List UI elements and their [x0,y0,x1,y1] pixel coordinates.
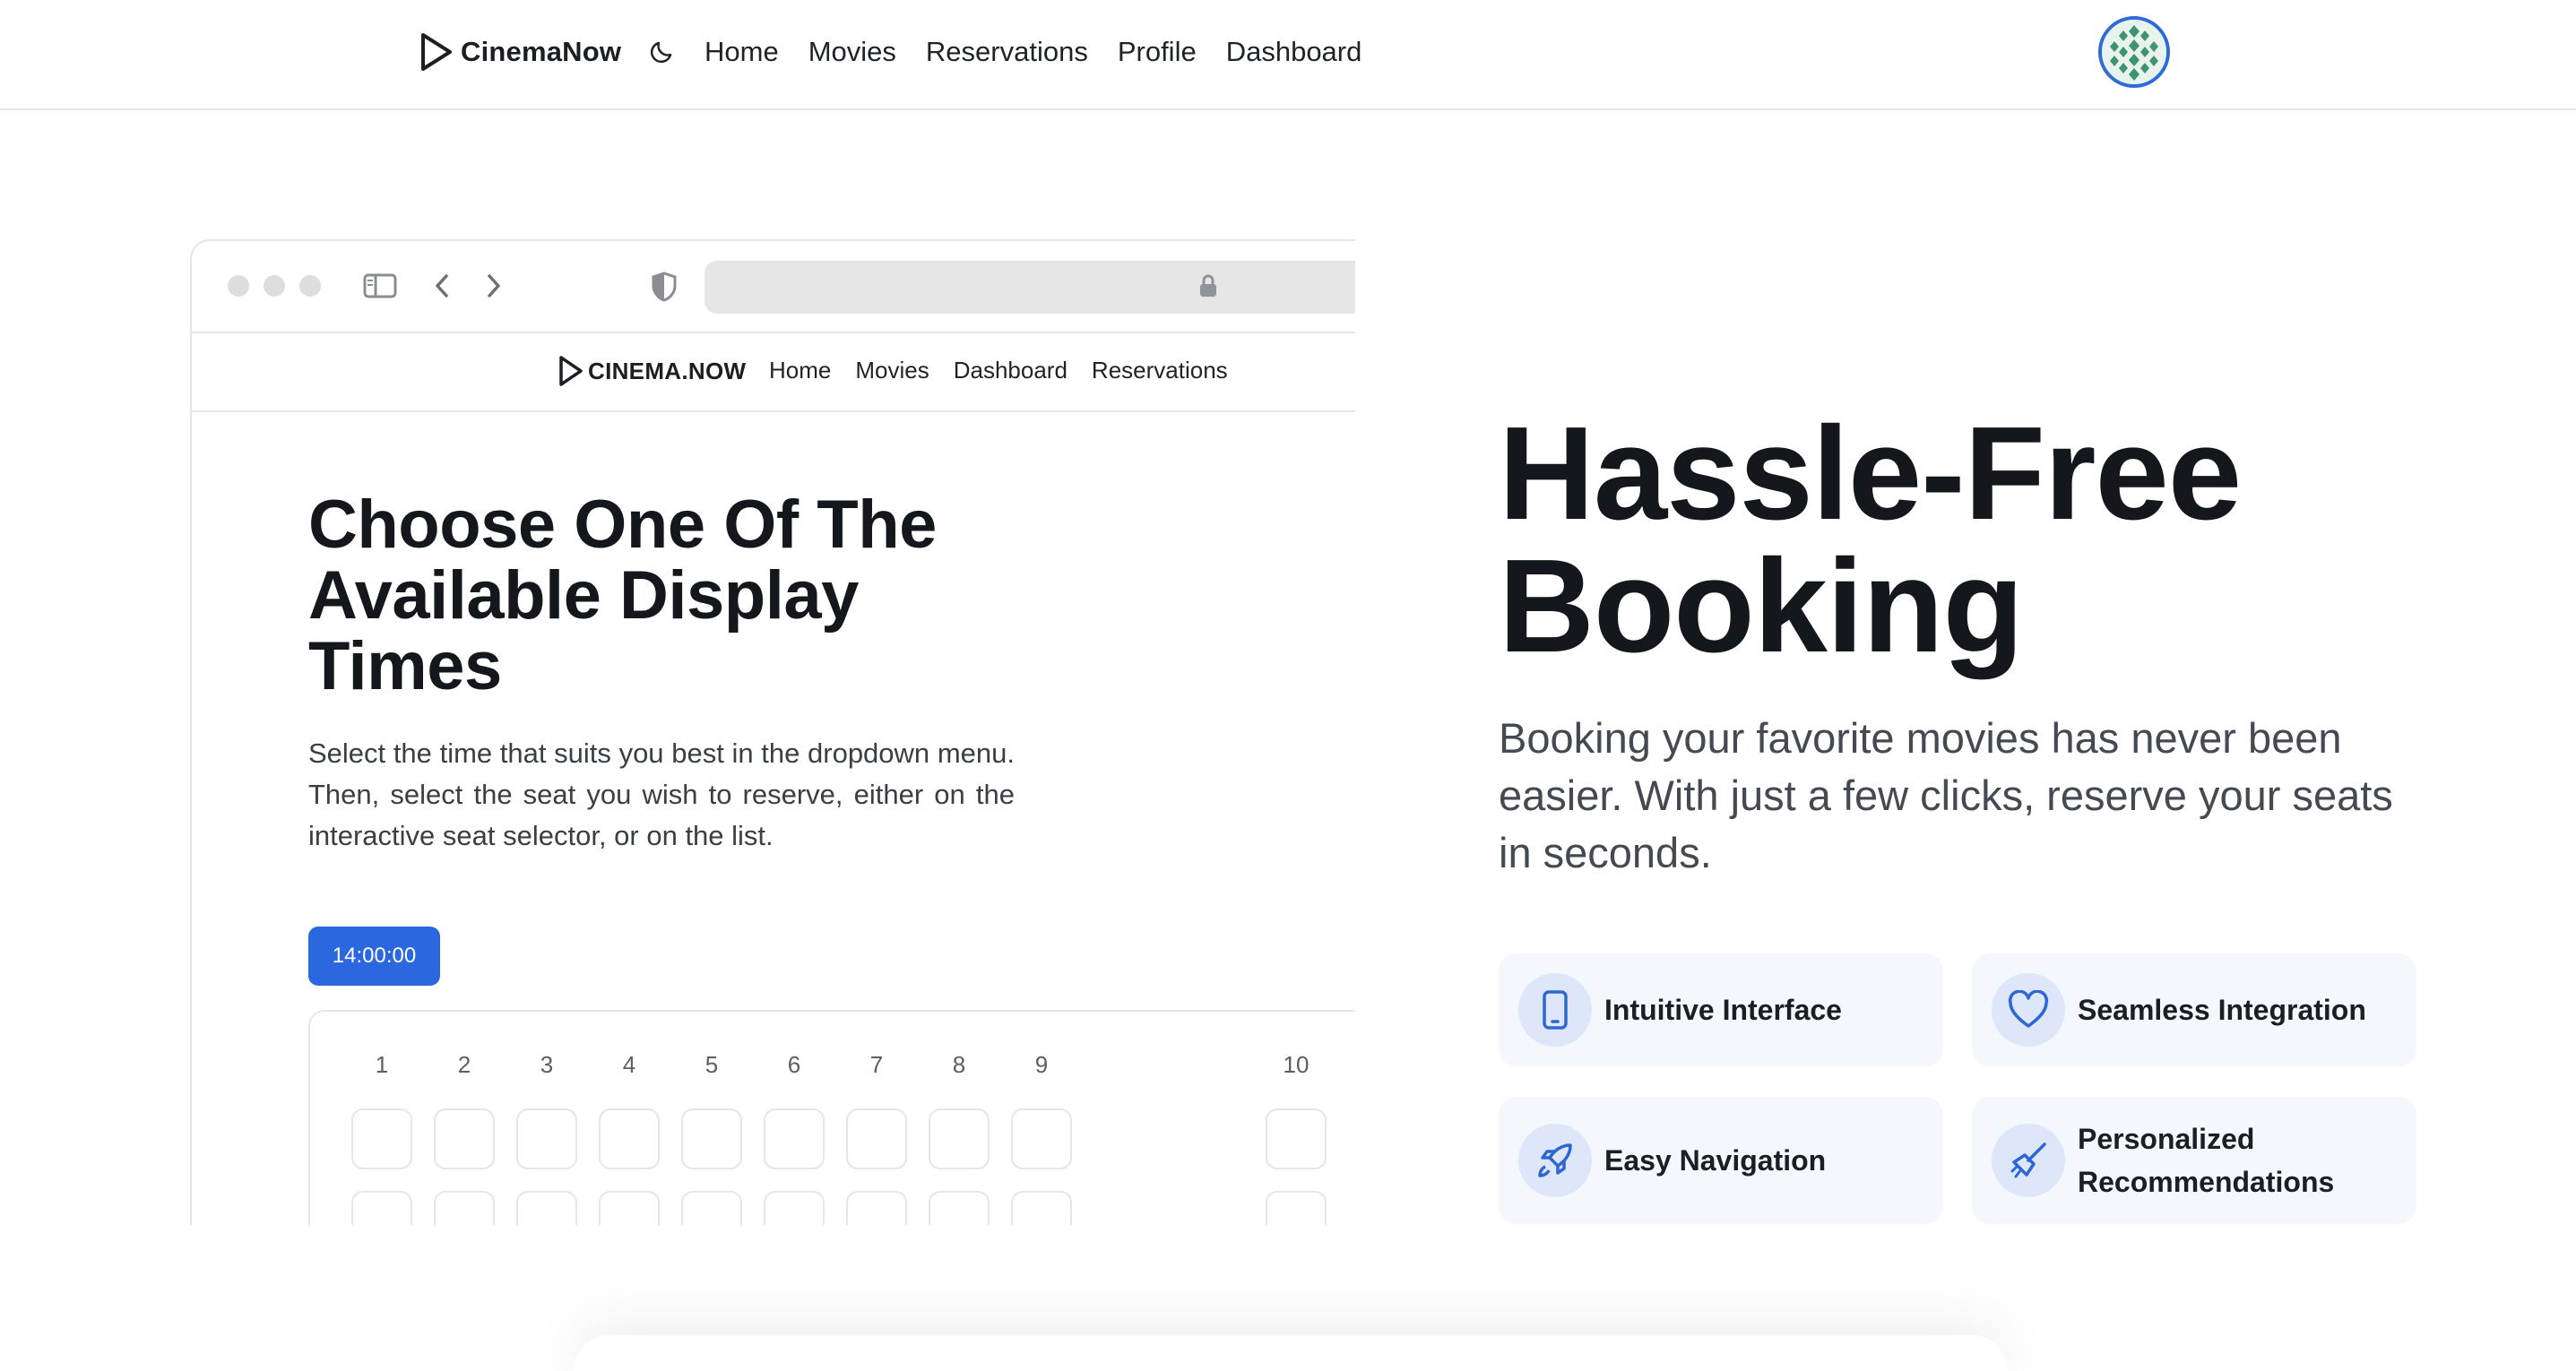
brand-name: CinemaNow [461,36,622,67]
nav-link-dashboard[interactable]: Dashboard [1226,36,1362,68]
seat-button[interactable] [1266,1191,1327,1225]
main-nav: Home Movies Reservations Profile Dashboa… [705,30,1391,73]
nav-link-profile[interactable]: Profile [1118,36,1197,68]
browser-mockup: CINEMA.NOW Home Movies Dashboard Reserva… [190,239,1355,1225]
feature-card-easy-navigation[interactable]: Easy Navigation [1499,1097,1943,1224]
paintbrush-icon [1992,1124,2065,1197]
feature-label: Intuitive Interface [1604,994,1842,1026]
mockup-description: Select the time that suits you best in t… [308,737,1015,851]
window-close-dot [228,275,249,297]
seat-column-number: 5 [705,1051,719,1078]
seat-button[interactable] [846,1108,907,1169]
feature-label: Personalized Recommendations [2078,1123,2335,1198]
seat-button[interactable] [351,1108,412,1169]
mockup-nav-links: Home Movies Dashboard Reservations [769,357,1252,384]
moon-icon [650,41,672,64]
seat-column-number: 1 [375,1051,389,1078]
nav-link-movies[interactable]: Movies [808,36,896,68]
heart-icon [1992,973,2065,1047]
seat-column-number: 8 [952,1051,966,1078]
seat-column-number: 7 [869,1051,884,1078]
seat-column-number: 2 [457,1051,471,1078]
seat-button[interactable] [599,1108,660,1169]
feature-card-seamless-integration[interactable]: Seamless Integration [1972,953,2416,1066]
showtime-button[interactable]: 14:00:00 [308,927,440,986]
mockup-brand-link[interactable]: CINEMA.NOW [558,355,746,387]
lock-icon [1198,273,1218,303]
play-logo-icon [421,33,452,71]
brand-logo-link[interactable]: CinemaNow [419,30,621,73]
feature-card-intuitive-interface[interactable]: Intuitive Interface [1499,953,1943,1066]
hero-title: Hassle-Free Booking [1499,408,2485,673]
seat-column-number: 9 [1034,1051,1049,1078]
feature-card-personalized-recommendations[interactable]: Personalized Recommendations [1972,1097,2416,1224]
nav-link-reservations[interactable]: Reservations [926,36,1088,68]
seat-column-number: 3 [540,1051,554,1078]
mockup-brand-name: CINEMA.NOW [588,357,747,384]
seat-column-number: 4 [622,1051,636,1078]
top-navbar: CinemaNow Home Movies Reservations Profi… [0,0,2576,110]
play-logo-icon [559,356,583,386]
mockup-nav-dashboard[interactable]: Dashboard [954,357,1068,384]
shield-icon[interactable] [649,270,679,304]
hero-title-line2: Booking [1499,532,2024,680]
seat-button[interactable] [929,1191,990,1225]
seat-column-number: 10 [1283,1051,1310,1078]
feature-label: Seamless Integration [2078,994,2366,1026]
mockup-nav-reservations[interactable]: Reservations [1092,357,1228,384]
seat-button[interactable] [516,1191,577,1225]
seat-button[interactable] [434,1191,495,1225]
seat-button[interactable] [434,1108,495,1169]
seat-button[interactable] [1266,1108,1327,1169]
seat-button[interactable] [1011,1108,1072,1169]
seat-button[interactable] [351,1191,412,1225]
user-avatar[interactable] [2098,16,2170,88]
seat-button[interactable] [764,1108,825,1169]
seat-selector: 1 2 3 4 5 6 7 8 9 10 [308,1010,1355,1225]
hero-subtitle: Booking your favorite movies has never b… [1499,714,2393,876]
feature-label: Easy Navigation [1604,1144,1827,1177]
mockup-page-title: Choose One Of The Available Display Time… [308,487,937,704]
seat-column-number: 6 [787,1051,801,1078]
address-bar[interactable] [705,261,1355,314]
rocket-icon [1518,1124,1592,1197]
tablet-icon [1518,973,1592,1047]
seat-button[interactable] [681,1108,742,1169]
seat-button[interactable] [846,1191,907,1225]
seat-button[interactable] [929,1108,990,1169]
seat-button[interactable] [764,1191,825,1225]
window-minimize-dot [264,275,285,297]
back-arrow-icon[interactable] [428,270,455,302]
theme-toggle-button[interactable] [644,34,679,70]
mockup-nav-home[interactable]: Home [769,357,831,384]
seat-button[interactable] [599,1191,660,1225]
seat-button[interactable] [516,1108,577,1169]
nav-link-home[interactable]: Home [705,36,779,68]
window-zoom-dot [299,275,321,297]
browser-toolbar [192,241,1355,333]
hero-title-line1: Hassle-Free [1499,400,2242,548]
forward-arrow-icon[interactable] [480,270,507,302]
sidebar-toggle-icon[interactable] [362,270,398,302]
mockup-navbar: CINEMA.NOW Home Movies Dashboard Reserva… [192,333,1355,412]
seat-button[interactable] [681,1191,742,1225]
seat-button[interactable] [1011,1191,1072,1225]
next-section-edge [574,1335,2008,1371]
mockup-nav-movies[interactable]: Movies [855,357,929,384]
avatar-pattern-icon [2102,20,2166,84]
